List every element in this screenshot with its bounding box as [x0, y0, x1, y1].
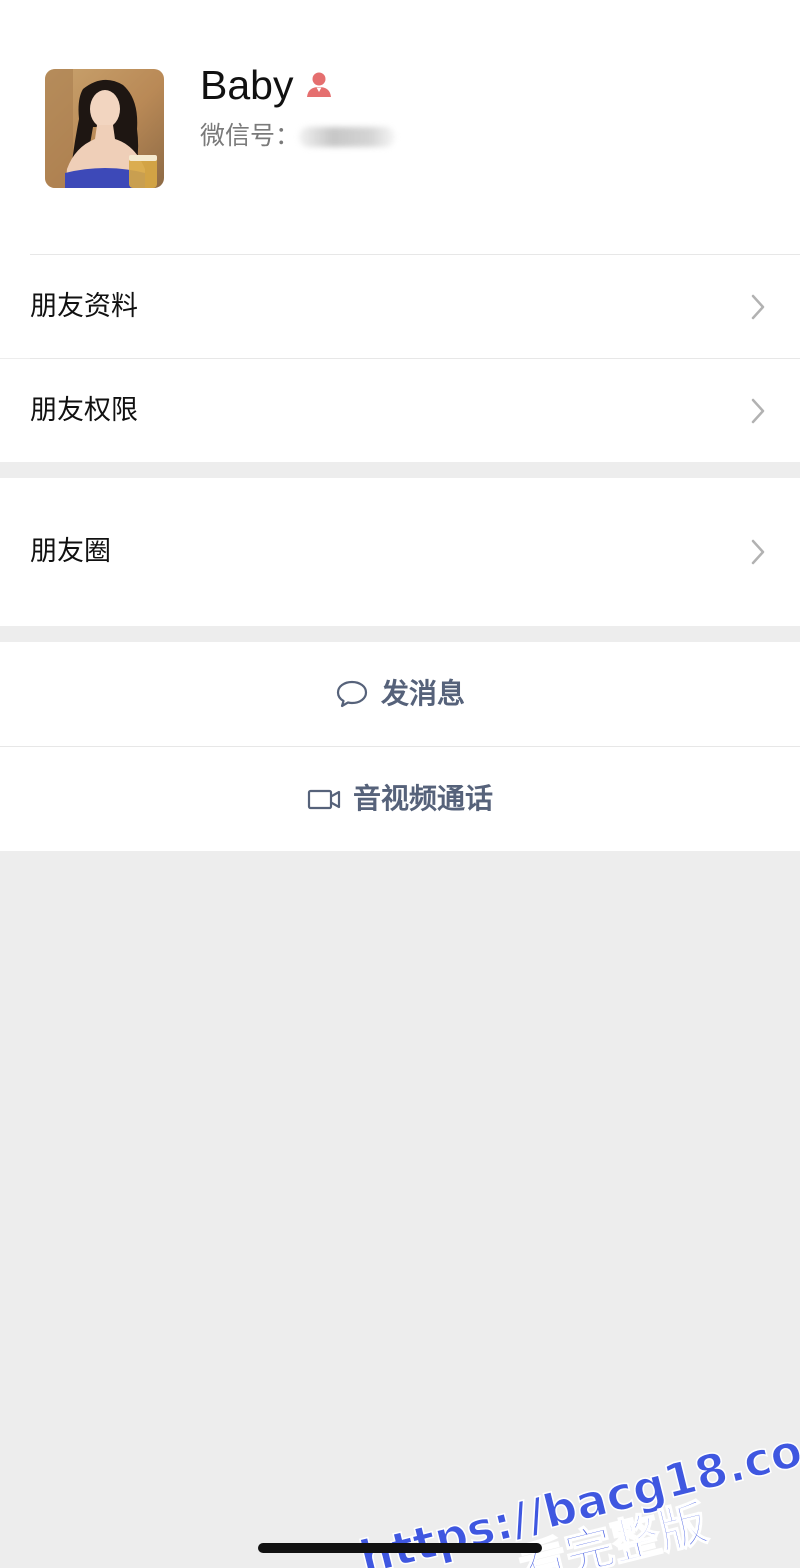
profile-header: Baby 微信号：	[0, 0, 800, 255]
friend-info-label: 朋友资料	[30, 291, 138, 322]
send-message-label: 发消息	[380, 677, 465, 710]
friend-permissions-row[interactable]: 朋友权限	[0, 359, 800, 462]
contact-name: Baby	[200, 62, 294, 108]
moments-row[interactable]: 朋友圈	[0, 478, 800, 626]
moments-label: 朋友圈	[30, 536, 111, 567]
chevron-right-icon	[751, 398, 765, 424]
avatar[interactable]	[45, 69, 164, 188]
chevron-right-icon	[751, 294, 765, 320]
friend-permissions-label: 朋友权限	[30, 395, 138, 426]
home-indicator[interactable]	[258, 1543, 542, 1553]
send-message-button[interactable]: 发消息	[0, 642, 800, 746]
chevron-right-icon	[751, 539, 765, 565]
contact-profile-page: Baby 微信号： 朋友资料 朋友权限 朋友圈 发消息 音视频通话 https:…	[0, 0, 800, 1568]
video-call-label: 音视频通话	[352, 782, 493, 815]
chat-bubble-icon	[336, 680, 368, 708]
friend-info-row[interactable]: 朋友资料	[0, 255, 800, 358]
video-camera-icon	[307, 789, 341, 810]
video-call-button[interactable]: 音视频通话	[0, 747, 800, 851]
wechat-id-label: 微信号：	[200, 121, 301, 150]
wechat-id-redacted	[299, 127, 395, 147]
female-icon	[307, 72, 331, 97]
